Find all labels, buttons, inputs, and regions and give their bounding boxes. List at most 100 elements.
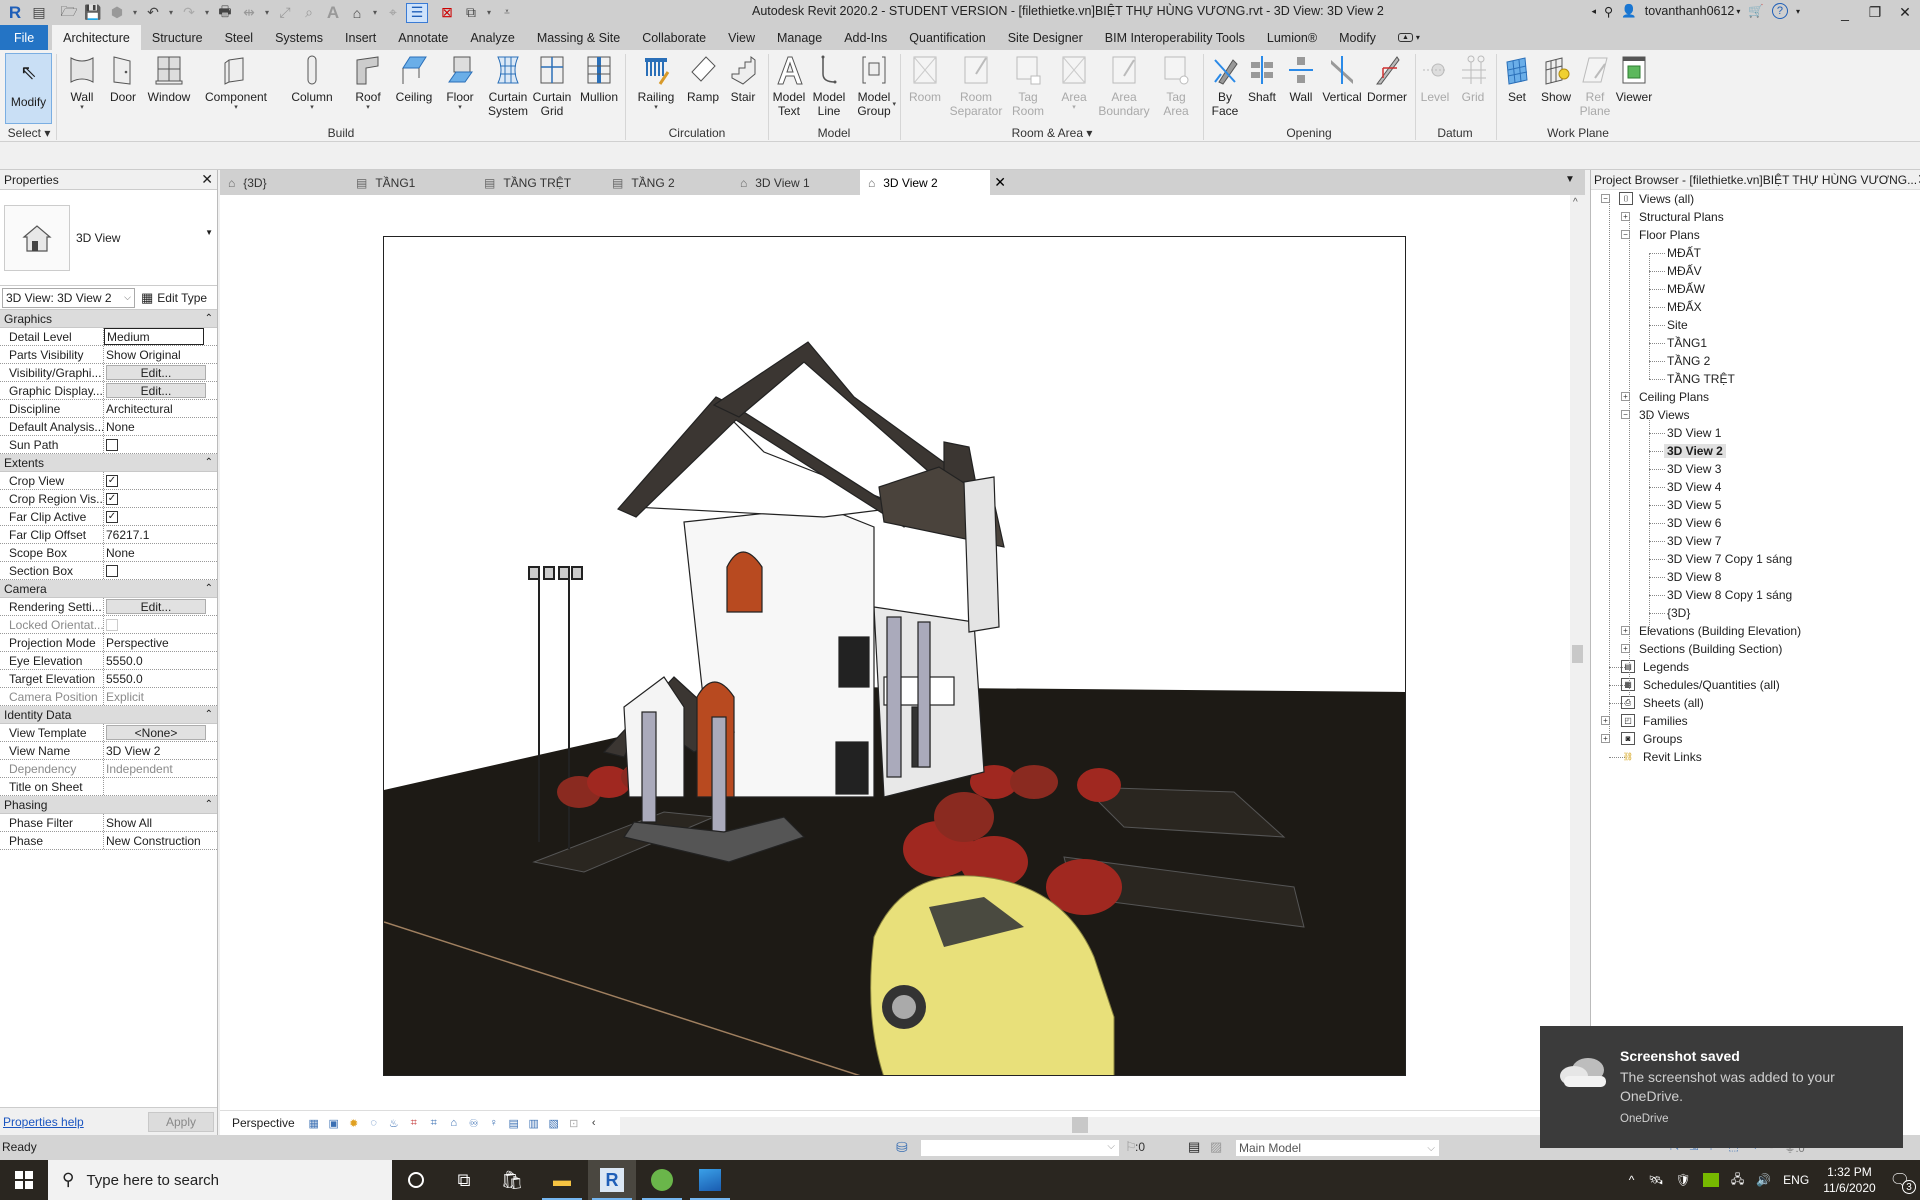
property-group-phasing[interactable]: Phasing ⌃ (0, 796, 217, 814)
property-value[interactable]: Show Original (104, 346, 204, 363)
model-line-button[interactable]: Model Line (810, 53, 848, 118)
lock-3d-view-icon[interactable]: ⌂ (447, 1116, 461, 1130)
close-button[interactable]: ✕ (1890, 0, 1920, 25)
ceiling-button[interactable]: Ceiling (394, 53, 434, 104)
reveal-hidden-icon[interactable]: ♀ (487, 1116, 501, 1130)
window-button[interactable]: Window (144, 53, 194, 104)
collapse-group-icon[interactable]: ⌃ (205, 709, 213, 720)
shadows-icon[interactable]: ◌ (367, 1116, 381, 1130)
language-indicator[interactable]: ENG (1783, 1173, 1809, 1187)
door-button[interactable]: Door (106, 53, 140, 104)
design-options-icon[interactable]: ▤ (1188, 1139, 1200, 1155)
tab-quantification[interactable]: Quantification (898, 25, 996, 50)
tree-node[interactable]: + ◰ Families (1591, 712, 1920, 730)
photos-button[interactable] (686, 1160, 734, 1200)
column-button[interactable]: Column ▾ (288, 53, 336, 112)
vertical-scrollbar[interactable]: ^ (1570, 195, 1585, 1110)
action-center-button[interactable]: 🗨 3 (1890, 1170, 1916, 1194)
crop-view-icon[interactable]: ⌗ (407, 1116, 421, 1130)
railing-button[interactable]: Railing ▾ (636, 53, 676, 112)
tab-file[interactable]: File (0, 25, 49, 50)
projection-mode-label[interactable]: Perspective (232, 1116, 295, 1130)
drawing-area[interactable]: LEFT FRONT ⊗ ▾ ▾ ➢ ⊖ (220, 195, 1784, 1110)
collapse-group-icon[interactable]: ⌃ (205, 583, 213, 594)
ribbon-minimize-toggle[interactable]: ▲ ▾ (1387, 25, 1431, 50)
horizontal-scrollbar[interactable] (620, 1117, 1570, 1135)
nvidia-icon[interactable] (1702, 1173, 1719, 1187)
tree-node[interactable]: ⛓ Revit Links (1591, 748, 1920, 766)
checkbox-checked[interactable]: ✓ (106, 492, 118, 505)
property-group-identity-data[interactable]: Identity Data ⌃ (0, 706, 217, 724)
collapse-bar-icon[interactable]: ‹ (587, 1116, 601, 1130)
cortana-button[interactable] (392, 1160, 440, 1200)
collapse-group-icon[interactable]: ⌃ (205, 457, 213, 468)
tab-structure[interactable]: Structure (141, 25, 214, 50)
sync-icon[interactable]: ⬢ (106, 3, 128, 23)
switch-windows-icon[interactable]: ⧉ (460, 3, 482, 23)
checkbox-checked[interactable]: ✓ (106, 510, 118, 523)
switch-dropdown-icon[interactable]: ▾ (484, 3, 494, 23)
undo-icon[interactable]: ↶ (142, 3, 164, 23)
show-hidden-icons[interactable]: ^ (1629, 1173, 1635, 1187)
tree-node[interactable]: MĐẤV (1591, 262, 1920, 280)
modify-button[interactable]: ⇖ Modify (5, 53, 52, 124)
tag-room-button[interactable]: Tag Room (1008, 53, 1048, 118)
view-tabs-menu-icon[interactable]: ▼ (1565, 174, 1575, 185)
edit-type-button[interactable]: ▦ Edit Type (141, 290, 207, 306)
highlight-displacement-icon[interactable]: ▧ (547, 1116, 561, 1130)
ramp-button[interactable]: Ramp (684, 53, 722, 104)
revit-logo-icon[interactable]: R (4, 3, 26, 23)
visual-style-icon[interactable]: ▣ (327, 1116, 341, 1130)
level-button[interactable]: Level (1418, 53, 1452, 104)
crop-region[interactable] (383, 236, 1406, 1076)
tree-node[interactable]: {3D} (1591, 604, 1920, 622)
tree-node[interactable]: 3D View 8 (1591, 568, 1920, 586)
stair-button[interactable]: Stair (726, 53, 760, 104)
show-work-plane-button[interactable]: Show (1538, 53, 1574, 104)
tab-collaborate[interactable]: Collaborate (631, 25, 717, 50)
design-option-selector[interactable]: Main Model ⌵ (1235, 1139, 1440, 1157)
tree-node[interactable]: ▦ Schedules/Quantities (all) (1591, 676, 1920, 694)
type-selector[interactable]: 3D View ▼ (0, 190, 217, 286)
show-analytical-model-icon[interactable]: ▥ (527, 1116, 541, 1130)
tree-node[interactable]: MĐẤW (1591, 280, 1920, 298)
tree-node[interactable]: + Structural Plans (1591, 208, 1920, 226)
property-value[interactable]: Edit... (106, 365, 206, 380)
dormer-button[interactable]: Dormer (1366, 53, 1408, 104)
properties-help-link[interactable]: Properties help (3, 1115, 84, 1129)
user-name[interactable]: tovanthanh0612 (1645, 4, 1735, 18)
checkbox-unchecked[interactable] (106, 564, 118, 577)
workset-selector[interactable]: ⌵ (920, 1139, 1120, 1157)
tab-systems[interactable]: Systems (264, 25, 334, 50)
active-design-option-icon[interactable]: ▨ (1210, 1139, 1222, 1155)
tree-node[interactable]: 3D View 1 (1591, 424, 1920, 442)
default-3d-view-icon[interactable]: ⌂ (346, 3, 368, 23)
tree-node[interactable]: MĐẤT (1591, 244, 1920, 262)
tree-node[interactable]: + Ceiling Plans (1591, 388, 1920, 406)
tab-architecture[interactable]: Architecture (52, 25, 141, 50)
tree-node[interactable]: TẦNG 2 (1591, 352, 1920, 370)
property-value[interactable]: Edit... (106, 383, 206, 398)
property-group-camera[interactable]: Camera ⌃ (0, 580, 217, 598)
wall-opening-button[interactable]: Wall (1286, 53, 1316, 104)
collapse-group-icon[interactable]: ⌃ (205, 799, 213, 810)
property-value[interactable]: None (104, 418, 204, 435)
defender-shield-icon[interactable]: 🛡 (1676, 1173, 1691, 1187)
property-value[interactable]: Show All (104, 814, 204, 831)
model-group-button[interactable]: Model Group ▾ (852, 53, 896, 118)
scroll-up-icon[interactable]: ^ (1573, 197, 1578, 208)
user-icon[interactable]: 👤 (1621, 4, 1637, 19)
tree-node[interactable]: + ◙ Groups (1591, 730, 1920, 748)
open-icon[interactable]: 🗁 (58, 3, 80, 23)
clock[interactable]: 1:32 PM 11/6/2020 (1823, 1164, 1876, 1196)
set-work-plane-button[interactable]: Set (1500, 53, 1534, 104)
curtain-system-button[interactable]: Curtain System (486, 53, 530, 118)
network-icon[interactable]: 🖧 (1731, 1170, 1744, 1191)
taskbar-search-box[interactable]: ⚲ Type here to search (48, 1160, 392, 1200)
tree-node[interactable]: 3D View 7 (1591, 532, 1920, 550)
redo-dropdown-icon[interactable]: ▾ (202, 3, 212, 23)
property-group-graphics[interactable]: Graphics ⌃ (0, 310, 217, 328)
instance-selector[interactable]: 3D View: 3D View 2 ⌵ (2, 287, 135, 308)
tab-manage[interactable]: Manage (766, 25, 833, 50)
panel-label-select[interactable]: Select ▾ (6, 126, 52, 140)
